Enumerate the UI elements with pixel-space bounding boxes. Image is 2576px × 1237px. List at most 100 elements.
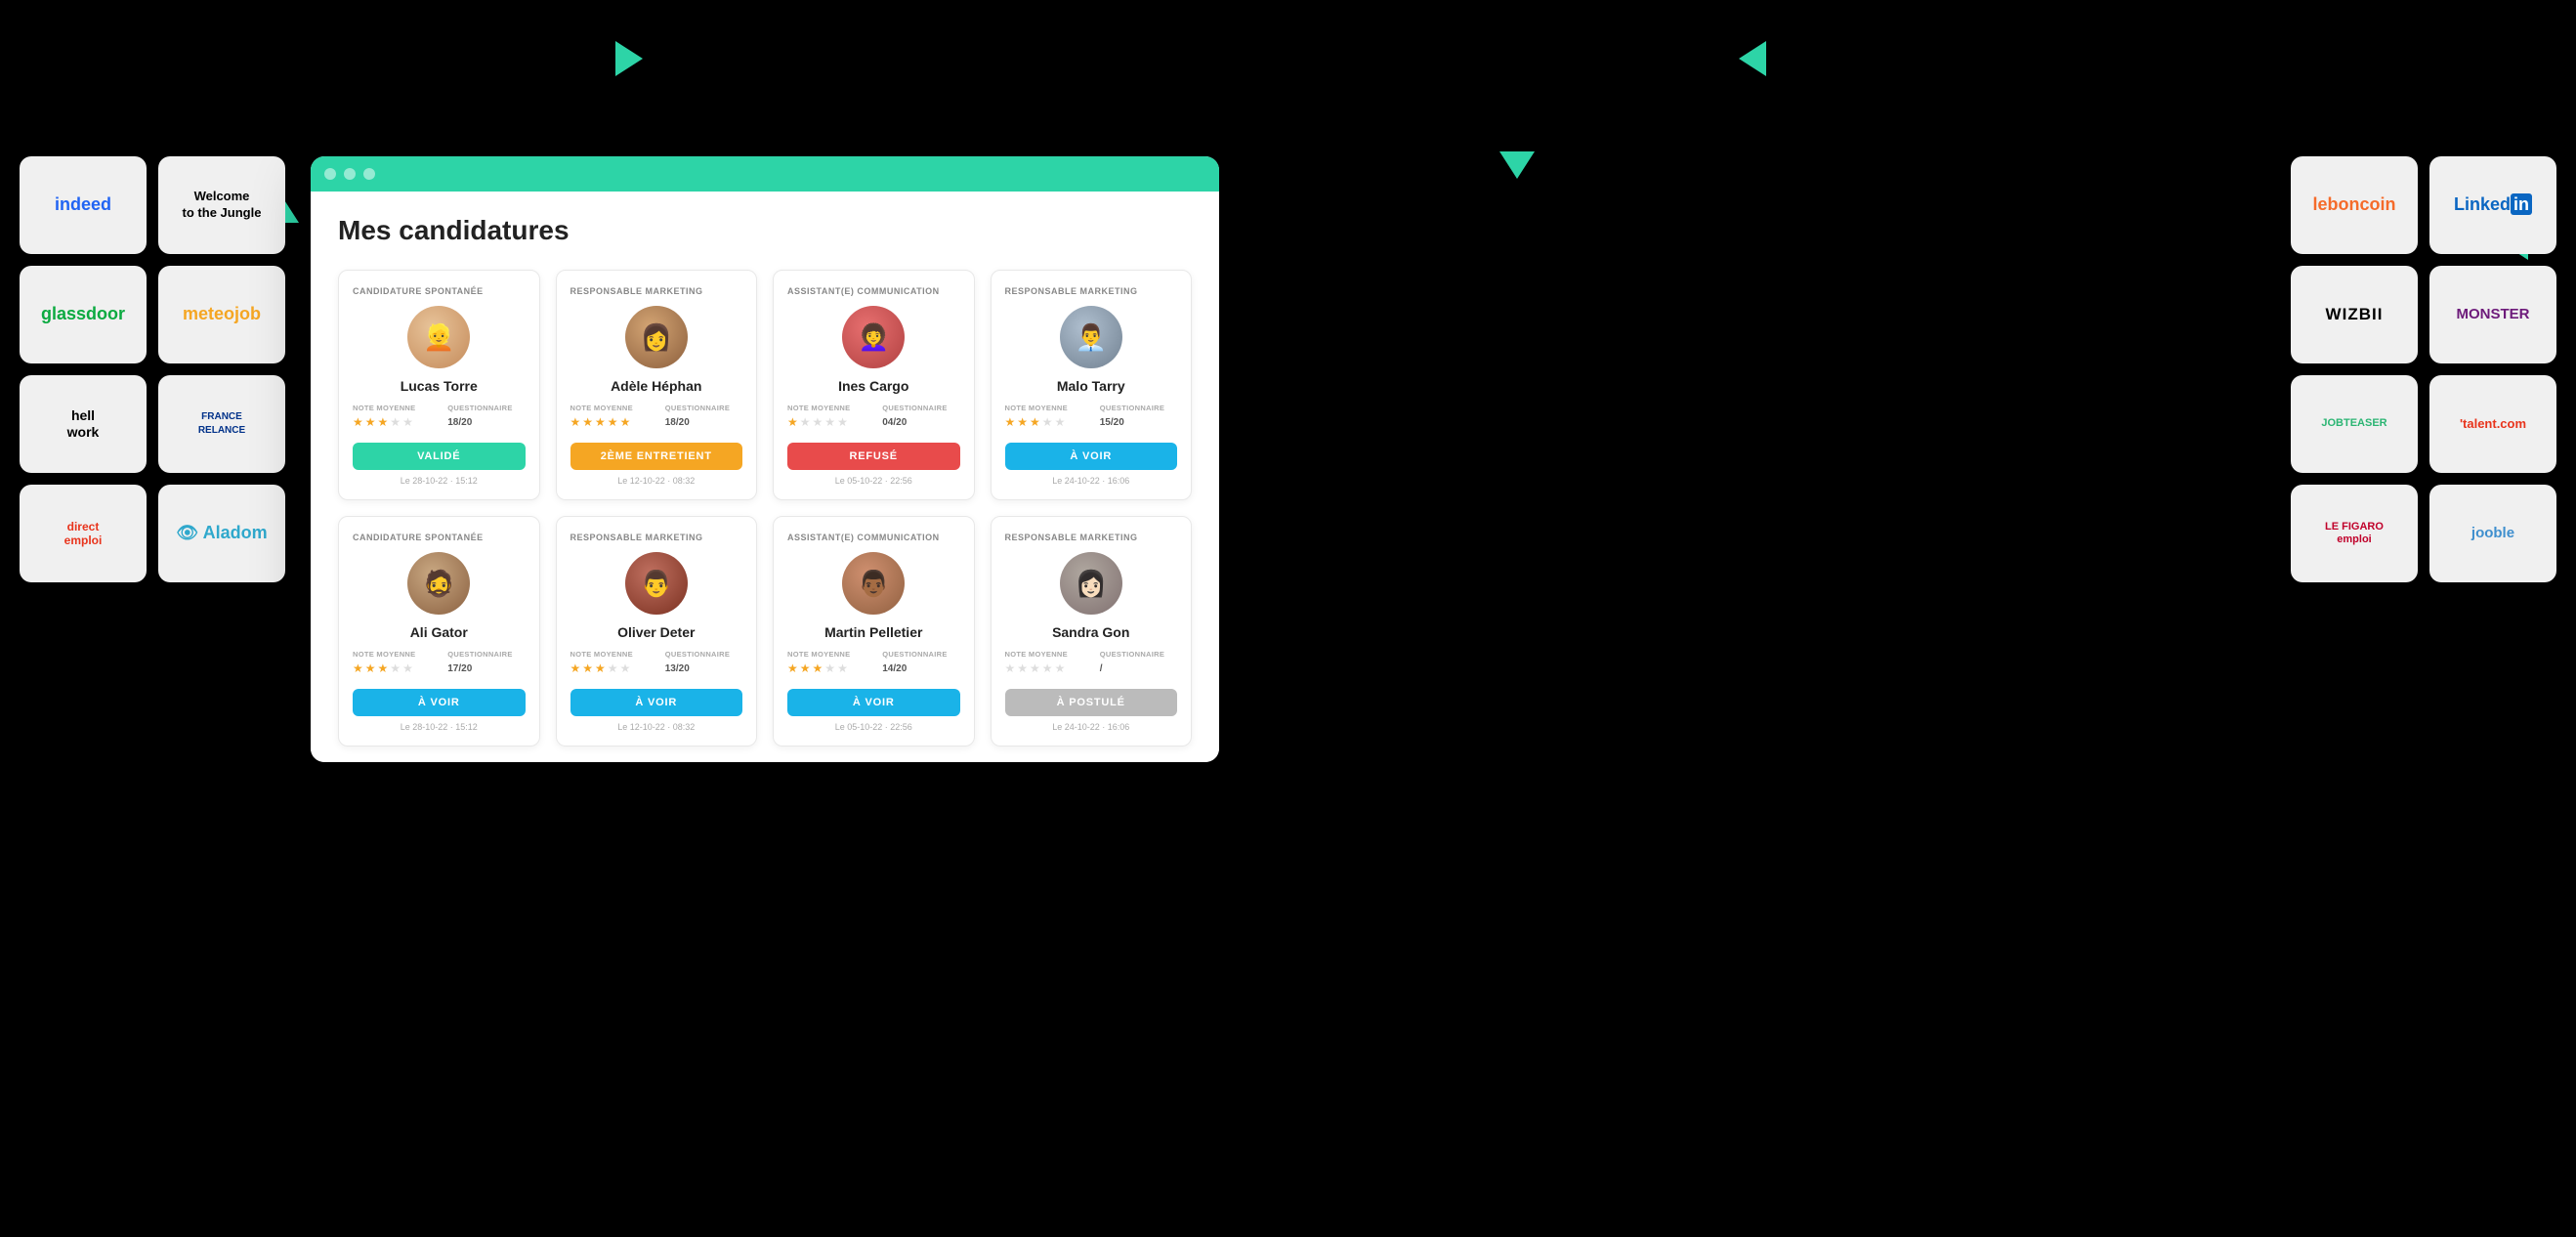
logo-indeed[interactable]: indeed xyxy=(20,156,147,254)
note-label: NOTE MOYENNE xyxy=(353,404,415,412)
candidate-card-malo[interactable]: RESPONSABLE MARKETING 👨‍💼 Malo Tarry NOT… xyxy=(991,270,1193,500)
questionnaire-block: QUESTIONNAIRE 18/20 xyxy=(447,404,525,429)
card-date: Le 24-10-22 · 16:06 xyxy=(1052,722,1129,732)
action-button-adele[interactable]: 2ÈME ENTRETIENT xyxy=(570,443,743,470)
logo-aladom[interactable]: 👁 Aladom xyxy=(158,485,285,582)
questionnaire-block: QUESTIONNAIRE 13/20 xyxy=(665,650,742,675)
questionnaire-score: 13/20 xyxy=(665,663,690,674)
rating-row: NOTE MOYENNE ★★★★★ QUESTIONNAIRE 17/20 xyxy=(353,650,526,675)
stars: ★★★★★ xyxy=(570,415,631,429)
candidate-name: Martin Pelletier xyxy=(824,624,922,640)
logo-linkedin[interactable]: Linkedin xyxy=(2429,156,2556,254)
logo-jooble[interactable]: jooble xyxy=(2429,485,2556,582)
questionnaire-label: QUESTIONNAIRE xyxy=(447,404,512,412)
triangle-down-1 xyxy=(1499,151,1535,179)
questionnaire-score: 18/20 xyxy=(665,417,690,428)
stars: ★★★★★ xyxy=(787,661,848,675)
candidate-card-adele[interactable]: RESPONSABLE MARKETING 👩 Adèle Héphan NOT… xyxy=(556,270,758,500)
candidate-name: Ines Cargo xyxy=(838,378,908,394)
logo-glassdoor[interactable]: glassdoor xyxy=(20,266,147,363)
note-block: NOTE MOYENNE ★★★★★ xyxy=(1005,404,1082,429)
questionnaire-block: QUESTIONNAIRE 18/20 xyxy=(665,404,742,429)
card-date: Le 05-10-22 · 22:56 xyxy=(835,722,912,732)
card-date: Le 05-10-22 · 22:56 xyxy=(835,476,912,486)
stars: ★★★★★ xyxy=(1005,661,1066,675)
logo-wtj[interactable]: Welcometo the Jungle xyxy=(158,156,285,254)
candidate-avatar: 👩‍🦱 xyxy=(842,306,905,368)
candidate-card-sandra[interactable]: RESPONSABLE MARKETING 👩🏻 Sandra Gon NOTE… xyxy=(991,516,1193,746)
candidate-avatar: 👨‍💼 xyxy=(1060,306,1122,368)
logo-leboncoin[interactable]: leboncoin xyxy=(2291,156,2418,254)
logo-monster[interactable]: MONSTER xyxy=(2429,266,2556,363)
candidate-name: Adèle Héphan xyxy=(611,378,701,394)
card-date: Le 28-10-22 · 15:12 xyxy=(401,476,478,486)
window-dot-3 xyxy=(363,168,375,180)
card-job-type: RESPONSABLE MARKETING xyxy=(570,533,703,542)
action-button-martin[interactable]: À VOIR xyxy=(787,689,960,716)
candidate-avatar: 👨 xyxy=(625,552,688,615)
rating-row: NOTE MOYENNE ★★★★★ QUESTIONNAIRE 18/20 xyxy=(570,404,743,429)
action-button-malo[interactable]: À VOIR xyxy=(1005,443,1178,470)
logo-hellwork[interactable]: hellwork xyxy=(20,375,147,473)
note-block: NOTE MOYENNE ★★★★★ xyxy=(570,404,648,429)
rating-row: NOTE MOYENNE ★★★★★ QUESTIONNAIRE / xyxy=(1005,650,1178,675)
note-label: NOTE MOYENNE xyxy=(353,650,415,659)
candidate-card-ali[interactable]: CANDIDATURE SPONTANÉE 🧔 Ali Gator NOTE M… xyxy=(338,516,540,746)
candidate-name: Ali Gator xyxy=(410,624,468,640)
candidate-card-oliver[interactable]: RESPONSABLE MARKETING 👨 Oliver Deter NOT… xyxy=(556,516,758,746)
logo-directemploi[interactable]: directemploi xyxy=(20,485,147,582)
questionnaire-label: QUESTIONNAIRE xyxy=(882,650,947,659)
note-block: NOTE MOYENNE ★★★★★ xyxy=(353,650,430,675)
card-job-type: RESPONSABLE MARKETING xyxy=(1005,286,1138,296)
questionnaire-label: QUESTIONNAIRE xyxy=(882,404,947,412)
candidate-card-martin[interactable]: ASSISTANT(E) COMMUNICATION 👨🏾 Martin Pel… xyxy=(773,516,975,746)
rating-row: NOTE MOYENNE ★★★★★ QUESTIONNAIRE 15/20 xyxy=(1005,404,1178,429)
logo-france-relance[interactable]: FRANCERELANCE xyxy=(158,375,285,473)
candidate-name: Lucas Torre xyxy=(401,378,478,394)
rating-row: NOTE MOYENNE ★★★★★ QUESTIONNAIRE 14/20 xyxy=(787,650,960,675)
questionnaire-score: 04/20 xyxy=(882,417,907,428)
candidate-card-ines[interactable]: ASSISTANT(E) COMMUNICATION 👩‍🦱 Ines Carg… xyxy=(773,270,975,500)
questionnaire-score: 17/20 xyxy=(447,663,472,674)
action-button-oliver[interactable]: À VOIR xyxy=(570,689,743,716)
stars: ★★★★★ xyxy=(1005,415,1066,429)
questionnaire-block: QUESTIONNAIRE 14/20 xyxy=(882,650,959,675)
questionnaire-label: QUESTIONNAIRE xyxy=(665,404,730,412)
card-job-type: ASSISTANT(E) COMMUNICATION xyxy=(787,533,940,542)
rating-row: NOTE MOYENNE ★★★★★ QUESTIONNAIRE 04/20 xyxy=(787,404,960,429)
questionnaire-block: QUESTIONNAIRE 15/20 xyxy=(1100,404,1177,429)
action-button-ines[interactable]: REFUSÉ xyxy=(787,443,960,470)
candidate-avatar: 👩 xyxy=(625,306,688,368)
candidate-name: Malo Tarry xyxy=(1057,378,1125,394)
questionnaire-label: QUESTIONNAIRE xyxy=(1100,404,1164,412)
logo-talent[interactable]: 'talent.com xyxy=(2429,375,2556,473)
note-label: NOTE MOYENNE xyxy=(570,404,633,412)
stars: ★★★★★ xyxy=(570,661,631,675)
card-date: Le 28-10-22 · 15:12 xyxy=(401,722,478,732)
note-block: NOTE MOYENNE ★★★★★ xyxy=(353,404,430,429)
action-button-ali[interactable]: À VOIR xyxy=(353,689,526,716)
card-date: Le 12-10-22 · 08:32 xyxy=(617,722,695,732)
rating-row: NOTE MOYENNE ★★★★★ QUESTIONNAIRE 18/20 xyxy=(353,404,526,429)
note-block: NOTE MOYENNE ★★★★★ xyxy=(787,650,865,675)
logo-wizbii[interactable]: WIZBII xyxy=(2291,266,2418,363)
questionnaire-score: 18/20 xyxy=(447,417,472,428)
questionnaire-score: / xyxy=(1100,663,1103,674)
logo-jobteaser[interactable]: JOBTEASER xyxy=(2291,375,2418,473)
questionnaire-block: QUESTIONNAIRE / xyxy=(1100,650,1177,675)
logo-lefigaro[interactable]: LE FIGAROemploi xyxy=(2291,485,2418,582)
logo-meteojob[interactable]: meteojob xyxy=(158,266,285,363)
candidate-name: Oliver Deter xyxy=(617,624,695,640)
note-block: NOTE MOYENNE ★★★★★ xyxy=(1005,650,1082,675)
note-label: NOTE MOYENNE xyxy=(1005,650,1068,659)
candidate-card-lucas[interactable]: CANDIDATURE SPONTANÉE 👱 Lucas Torre NOTE… xyxy=(338,270,540,500)
action-button-lucas[interactable]: VALIDÉ xyxy=(353,443,526,470)
candidate-avatar: 👱 xyxy=(407,306,470,368)
card-job-type: ASSISTANT(E) COMMUNICATION xyxy=(787,286,940,296)
card-job-type: CANDIDATURE SPONTANÉE xyxy=(353,286,484,296)
note-label: NOTE MOYENNE xyxy=(787,404,850,412)
note-block: NOTE MOYENNE ★★★★★ xyxy=(570,650,648,675)
questionnaire-block: QUESTIONNAIRE 04/20 xyxy=(882,404,959,429)
candidates-grid: CANDIDATURE SPONTANÉE 👱 Lucas Torre NOTE… xyxy=(338,270,1192,746)
action-button-sandra[interactable]: À POSTULÉ xyxy=(1005,689,1178,716)
